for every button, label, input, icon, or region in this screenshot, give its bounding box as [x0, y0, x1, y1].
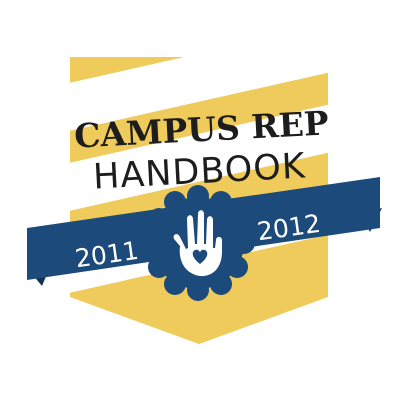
badge-graphic: CAMPUS REP HANDBOOK 2011 2012 — [27, 57, 382, 344]
handbook-badge: CAMPUS REP HANDBOOK 2011 2012 — [0, 0, 400, 400]
